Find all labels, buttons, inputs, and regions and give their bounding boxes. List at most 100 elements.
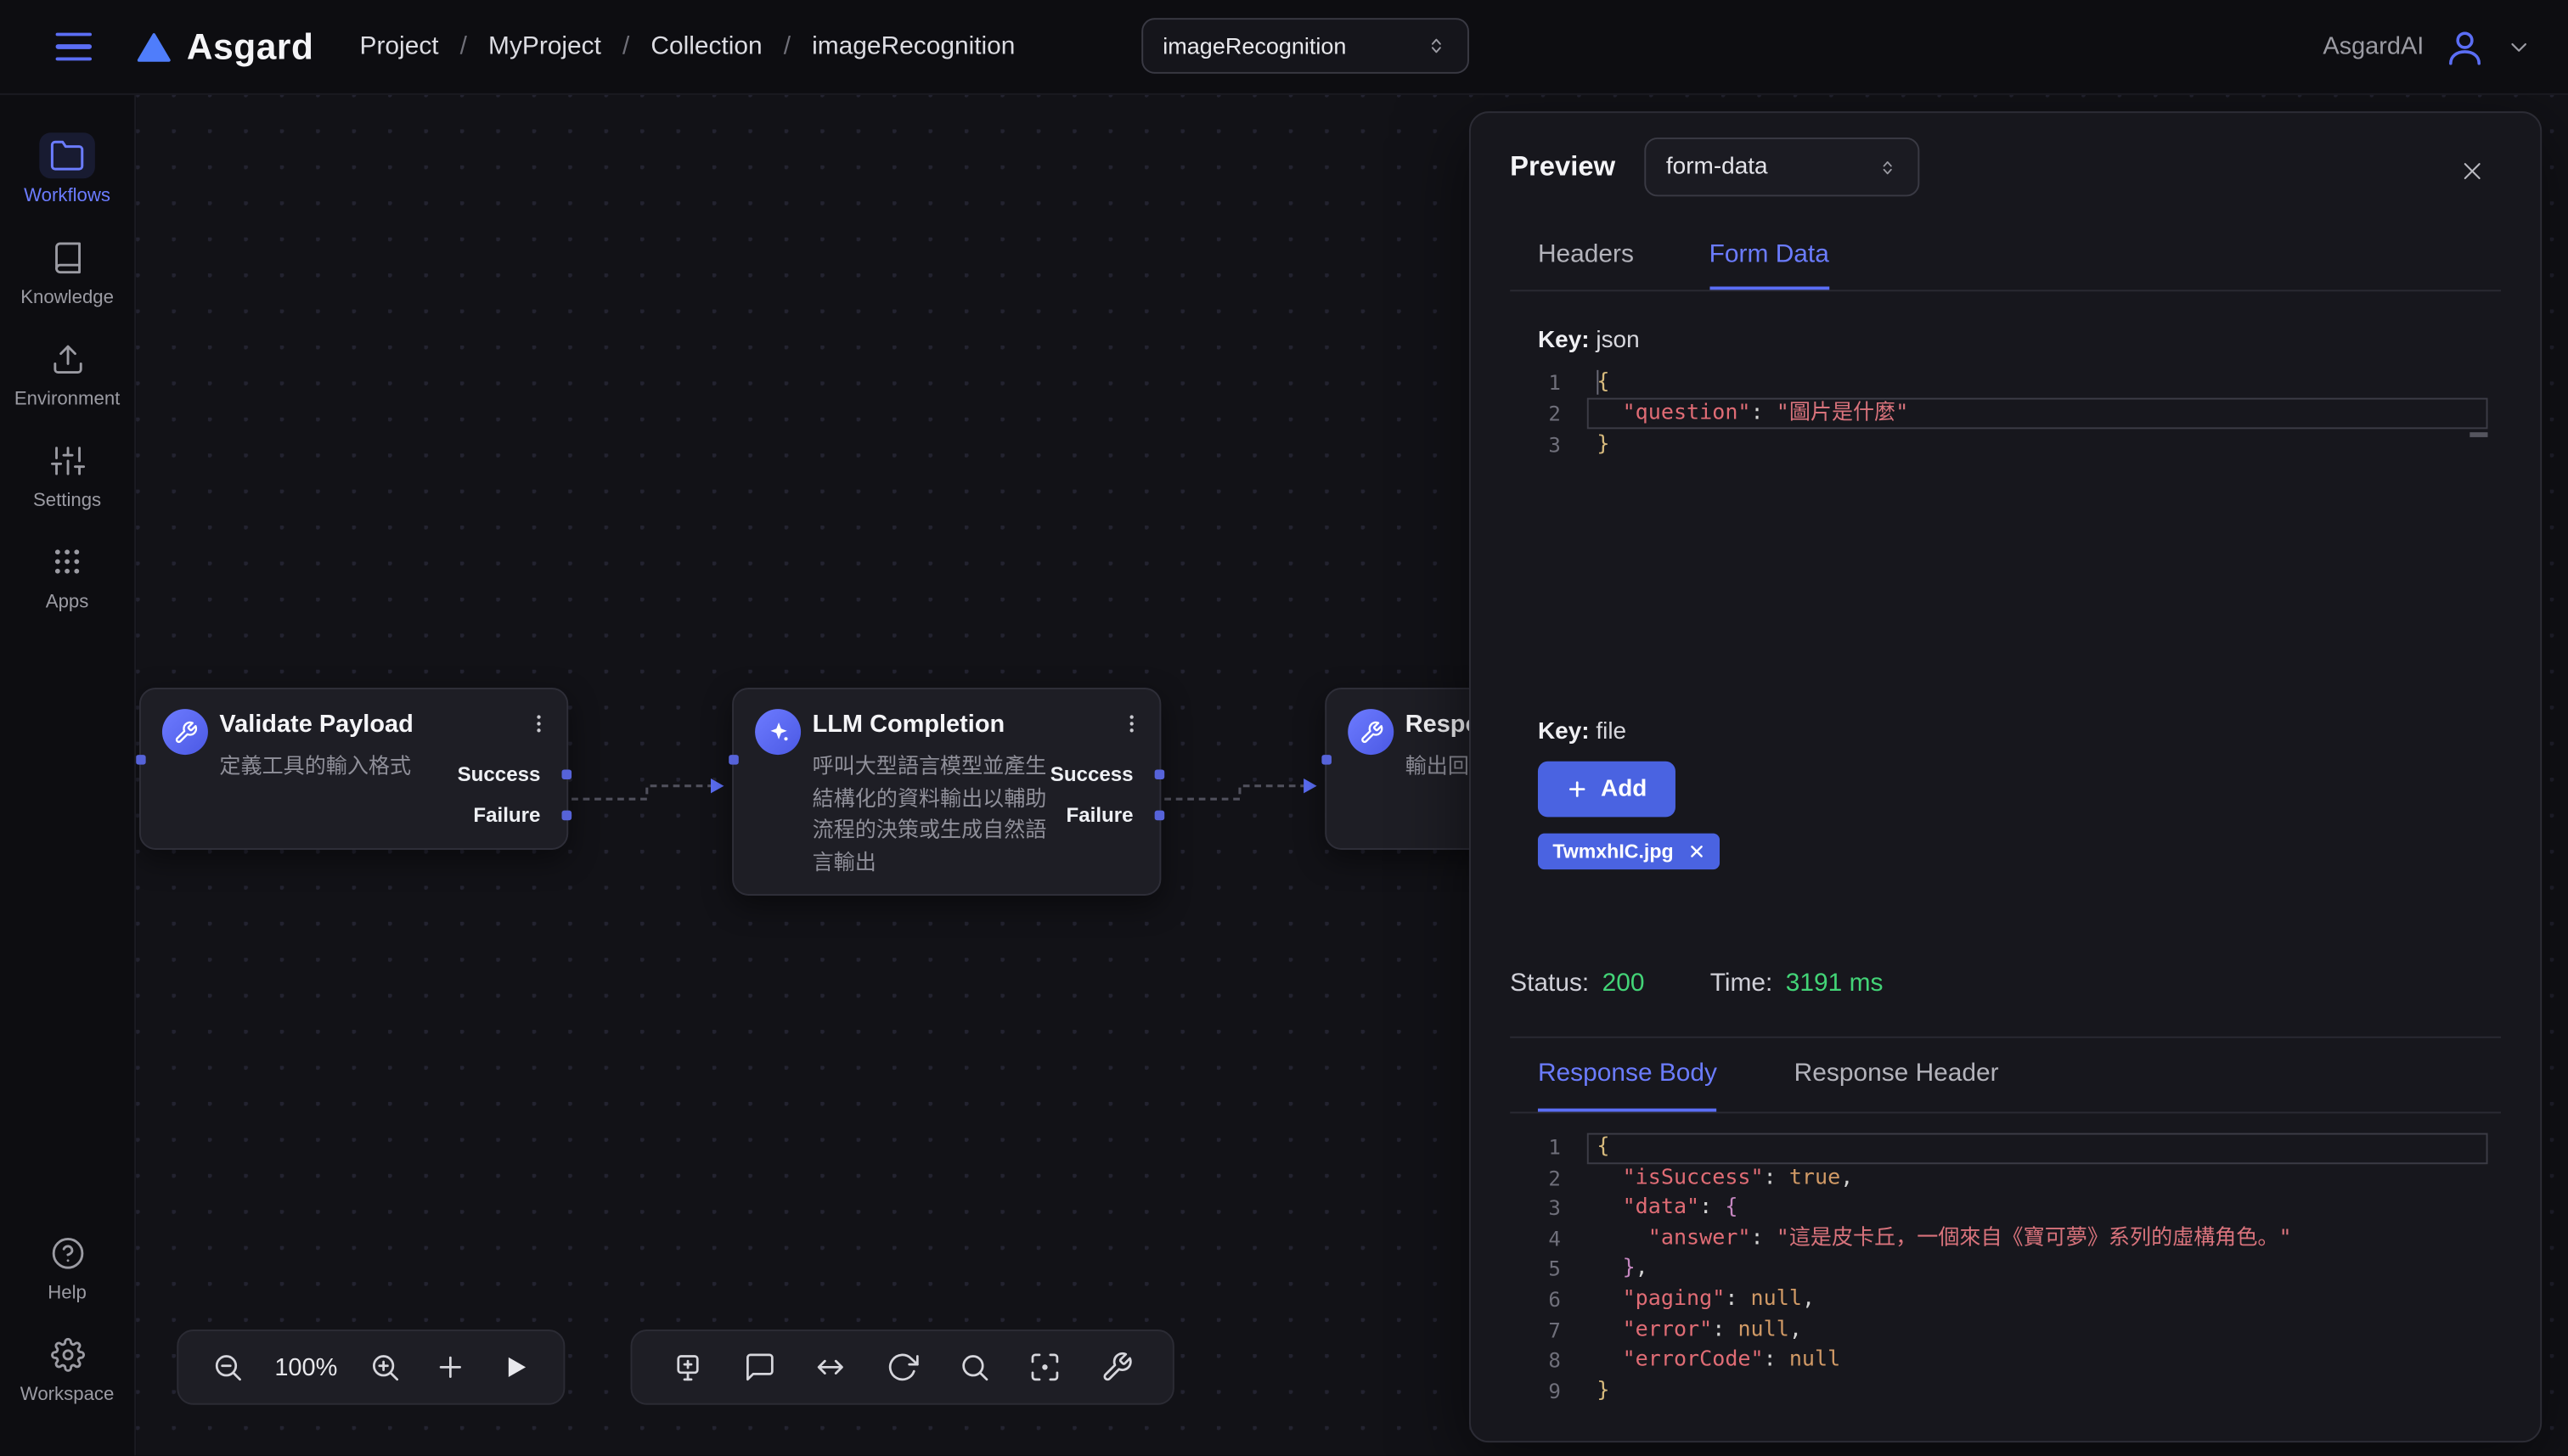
input-port[interactable] [136,755,146,765]
book-icon [39,234,95,280]
success-port[interactable] [562,769,572,779]
updown-chevron-icon [1878,155,1899,179]
sidebar-item-label: Workflows [24,187,110,206]
canvas-tools-toolbar [631,1330,1174,1405]
zoom-out-button[interactable] [208,1347,247,1386]
wrench-icon [162,709,208,755]
response-json-editor[interactable]: 1{2 "isSuccess": true,3 "data": {4 "answ… [1538,1133,2488,1408]
sidebar-bottom: Help Workspace [20,1229,115,1455]
updown-chevron-icon [1425,33,1448,59]
preview-panel-header: Preview form-data [1510,136,2501,198]
upload-icon [39,335,95,381]
run-button[interactable] [498,1349,533,1385]
file-chip[interactable]: TwmxhIC.jpg [1538,834,1720,869]
sidebar-item-label: Environment [14,390,121,409]
grid-dots-icon [39,539,95,585]
sidebar-item-settings[interactable]: Settings [33,437,101,511]
sliders-icon [39,437,95,483]
node-subtitle: 呼叫大型語言模型並產生結構化的資料輸出以輔助流程的決策或生成自然語言輸出 [813,750,1058,877]
add-button-label: Add [1601,776,1647,802]
request-tabs: Headers Form Data [1510,224,2501,291]
breadcrumb-item-project[interactable]: Project [360,32,439,62]
fit-view-icon[interactable] [1026,1347,1065,1386]
sidebar-item-knowledge[interactable]: Knowledge [20,234,114,308]
zoom-level: 100% [274,1353,337,1381]
add-file-button[interactable]: Add [1538,762,1675,818]
status-label: Status: [1510,970,1589,999]
node-llm-completion[interactable]: LLM Completion 呼叫大型語言模型並產生結構化的資料輸出以輔助流程的… [732,688,1161,896]
node-title: Validate Payload [219,711,413,739]
port-label-success: Success [1050,762,1134,788]
status-row: Status: 200 Time: 3191 ms [1510,970,2501,999]
file-chip-label: TwmxhIC.jpg [1552,840,1673,863]
success-port[interactable] [1155,769,1165,779]
preview-type-select-value: form-data [1666,154,1768,180]
rerun-icon[interactable] [882,1347,921,1386]
sidebar-item-label: Help [48,1284,87,1303]
sidebar-item-apps[interactable]: Apps [39,539,95,613]
logo-triangle-icon [134,29,173,65]
node-menu-button[interactable] [1120,711,1143,745]
workflow-select-value: imageRecognition [1163,33,1346,59]
preview-title: Preview [1510,150,1615,183]
tab-response-body[interactable]: Response Body [1538,1038,1717,1112]
key-label-prefix: Key: [1538,719,1590,745]
node-validate-payload[interactable]: Validate Payload 定義工具的輸入格式 Success Failu… [139,688,568,850]
sidebar-item-label: Settings [33,492,101,511]
response-tabs: Response Body Response Header [1510,1037,2501,1114]
port-label-success: Success [458,762,541,788]
user-avatar-icon[interactable] [2443,25,2486,68]
help-icon [39,1229,95,1275]
sidebar-item-environment[interactable]: Environment [14,335,121,409]
breadcrumb-separator: / [460,32,467,62]
sidebar-item-workflows[interactable]: Workflows [24,132,110,206]
input-port[interactable] [729,755,739,765]
sidebar-item-label: Knowledge [20,288,114,307]
sidebar-item-workspace[interactable]: Workspace [20,1331,115,1405]
app-root: Asgard Project / MyProject / Collection … [0,0,2568,1456]
wrench-icon [1348,709,1394,755]
folder-icon [39,132,95,178]
menu-button[interactable] [49,25,99,68]
preview-type-select[interactable]: form-data [1645,138,1920,196]
workflow-select[interactable]: imageRecognition [1141,18,1469,74]
node-menu-button[interactable] [527,711,550,745]
port-label-failure: Failure [1067,802,1134,829]
file-key-label: Key: file [1538,719,2488,745]
add-button[interactable] [431,1347,470,1386]
failure-port[interactable] [1155,811,1165,821]
breadcrumb-item-myproject[interactable]: MyProject [488,32,601,62]
breadcrumb-separator: / [622,32,629,62]
close-icon[interactable] [1688,843,1704,859]
request-json-editor[interactable]: 1{2 "question": "圖片是什麼"3} [1538,367,2488,719]
time-label: Time: [1710,970,1773,999]
status-code: 200 [1602,970,1645,999]
sidebar-item-label: Workspace [20,1386,115,1405]
breadcrumb-item-collection[interactable]: Collection [650,32,762,62]
top-navbar: Asgard Project / MyProject / Collection … [0,0,2568,95]
chevron-down-icon[interactable] [2506,34,2532,60]
port-label-failure: Failure [473,802,540,829]
search-icon[interactable] [955,1347,994,1386]
zoom-in-button[interactable] [364,1347,403,1386]
tab-headers[interactable]: Headers [1538,224,1634,290]
app-logo[interactable]: Asgard [134,25,313,68]
key-label-value: json [1596,328,1639,354]
zoom-toolbar: 100% [177,1330,565,1405]
time-value: 3191 ms [1786,970,1884,999]
tools-icon[interactable] [1097,1347,1136,1386]
navbar-right-cluster: AsgardAI [2323,0,2531,93]
input-port[interactable] [1321,755,1332,765]
comment-icon[interactable] [740,1347,779,1386]
breadcrumb-item-imagerecognition[interactable]: imageRecognition [812,32,1015,62]
user-label: AsgardAI [2323,33,2424,61]
swap-arrows-icon[interactable] [811,1347,850,1386]
close-icon[interactable] [2453,152,2491,194]
tab-form-data[interactable]: Form Data [1709,224,1829,290]
sidebar-item-help[interactable]: Help [39,1229,95,1303]
tab-response-header[interactable]: Response Header [1794,1038,1999,1112]
add-node-icon[interactable] [668,1347,707,1386]
logo-text: Asgard [187,25,314,68]
left-sidebar: Workflows Knowledge Environment Settings… [0,93,136,1456]
failure-port[interactable] [562,811,572,821]
